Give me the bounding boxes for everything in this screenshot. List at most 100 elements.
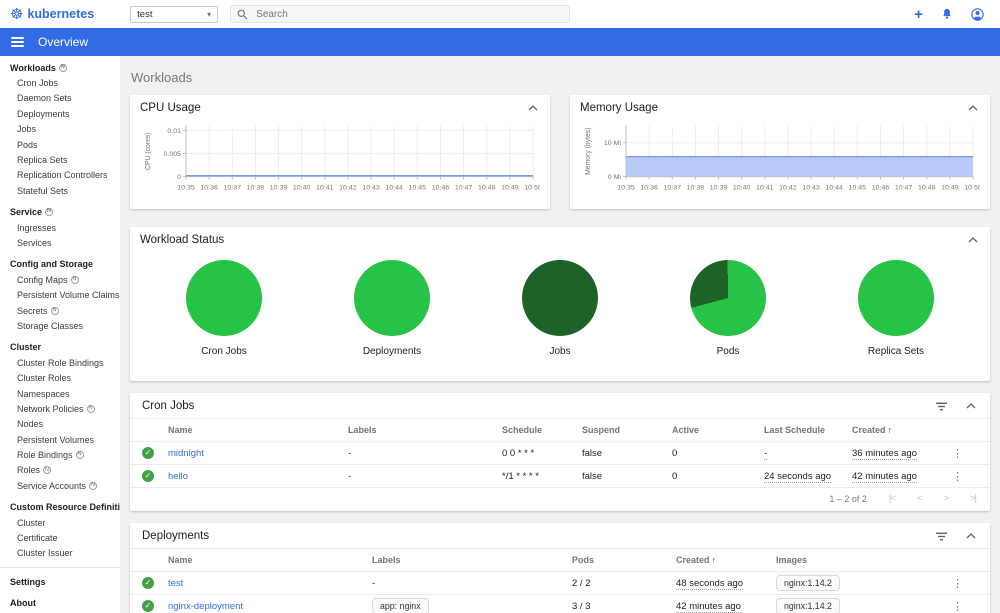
table-header-row: Name Labels Schedule Suspend Active Last Sche… (130, 418, 990, 441)
sidebar-item-label: Nodes (17, 419, 44, 430)
create-resource-button[interactable]: + (914, 7, 923, 22)
cell-name: test (168, 578, 372, 589)
sidebar-item-custom-resource-definitions[interactable]: Custom Resource Definitions (0, 500, 120, 515)
column-header-name[interactable]: Name (168, 425, 348, 435)
sidebar-item-jobs[interactable]: Jobs (0, 122, 120, 137)
sidebar-item-label: Cluster (17, 517, 46, 528)
pie-chart[interactable] (522, 260, 598, 336)
row-actions-menu-button[interactable]: ⋮ (952, 448, 963, 460)
pie-chart[interactable] (858, 260, 934, 336)
cell-created: 48 seconds ago (676, 577, 744, 590)
sidebar-item-roles[interactable]: Roles N (0, 463, 120, 478)
cron-jobs-table: Name Labels Schedule Suspend Active Last Sche… (130, 418, 990, 487)
sidebar-item-about[interactable]: About (0, 596, 120, 611)
column-header-created[interactable]: Created ↑ (852, 425, 952, 435)
sidebar-item-config-and-storage[interactable]: Config and Storage (0, 257, 120, 272)
sidebar-item-config-maps[interactable]: Config Maps N (0, 272, 120, 287)
column-header-labels[interactable]: Labels (372, 555, 572, 565)
search-icon (237, 9, 248, 19)
first-page-icon[interactable]: |< (889, 493, 896, 504)
pie-chart[interactable] (690, 260, 766, 336)
last-page-icon[interactable]: >| (970, 493, 977, 504)
sidebar-item-pods[interactable]: Pods (0, 137, 120, 152)
table-row: ✓ midnight - 0 0 * * * false 0 - 36 minutes ago… (130, 441, 990, 464)
column-header-pods[interactable]: Pods (572, 555, 676, 565)
sidebar-item-nodes[interactable]: Nodes (0, 417, 120, 432)
cell-images: nginx:1.14.2 (776, 575, 952, 591)
resource-name-link[interactable]: midnight (168, 448, 204, 459)
sidebar-item-cluster-role-bindings[interactable]: Cluster Role Bindings (0, 355, 120, 370)
notifications-bell-icon[interactable] (941, 8, 953, 20)
sidebar-item-label: Replica Sets (17, 155, 68, 166)
sidebar-item-certificate[interactable]: Certificate (0, 530, 120, 545)
sidebar-item-cron-jobs[interactable]: Cron Jobs (0, 75, 120, 90)
sidebar-item-network-policies[interactable]: Network Policies N (0, 401, 120, 416)
sidebar-item-workloads[interactable]: Workloads N (0, 60, 120, 75)
column-header-labels[interactable]: Labels (348, 425, 502, 435)
sidebar-item-cluster[interactable]: Cluster (0, 340, 120, 355)
sidebar-item-persistent-volume-claims[interactable]: Persistent Volume ClaimsN (0, 287, 120, 302)
namespaced-badge-icon: N (75, 451, 84, 460)
svg-text:10:41: 10:41 (756, 184, 774, 191)
sidebar-item-replication-controllers[interactable]: Replication Controllers (0, 168, 120, 183)
sidebar-item-label: Cron Jobs (17, 78, 59, 89)
sidebar-item-deployments[interactable]: Deployments (0, 106, 120, 121)
resource-name-link[interactable]: nginx-deployment (168, 601, 243, 612)
sidebar-item-cluster-roles[interactable]: Cluster Roles (0, 370, 120, 385)
sidebar-item-stateful-sets[interactable]: Stateful Sets (0, 183, 120, 198)
column-header-images[interactable]: Images (776, 555, 952, 565)
sidebar-item-secrets[interactable]: Secrets N (0, 303, 120, 318)
resource-name-link[interactable]: test (168, 578, 183, 589)
column-header-last-schedule[interactable]: Last Schedule (764, 425, 852, 435)
sidebar-item-cluster-issuer[interactable]: Cluster Issuer (0, 546, 120, 561)
filter-icon[interactable] (935, 532, 948, 541)
sidebar-item-daemon-sets[interactable]: Daemon Sets (0, 91, 120, 106)
cell-labels: - (348, 470, 352, 482)
column-header-created[interactable]: Created ↑ (676, 555, 776, 565)
cell-name: midnight (168, 448, 348, 459)
sidebar-item-persistent-volumes[interactable]: Persistent Volumes (0, 432, 120, 447)
resource-name-link[interactable]: hello (168, 471, 188, 482)
sidebar-item-settings[interactable]: Settings (0, 574, 120, 589)
namespace-selector[interactable]: test ▾ (130, 5, 219, 23)
cell-labels: app: nginx (372, 598, 572, 613)
pie-chart[interactable] (354, 260, 430, 336)
sidebar-item-cluster[interactable]: Cluster (0, 515, 120, 530)
collapse-chevron-icon[interactable] (966, 235, 980, 245)
next-page-icon[interactable]: > (943, 493, 948, 504)
sidebar-item-namespaces[interactable]: Namespaces (0, 386, 120, 401)
cell-status: ✓ (142, 577, 168, 589)
row-actions-menu-button[interactable]: ⋮ (952, 601, 963, 613)
sort-ascending-icon: ↑ (887, 425, 893, 435)
svg-text:10:41: 10:41 (316, 184, 334, 191)
chevron-down-icon: ▾ (207, 9, 212, 19)
search-bar[interactable] (230, 5, 571, 23)
user-account-icon[interactable] (971, 7, 984, 21)
sidebar-item-ingresses[interactable]: Ingresses (0, 220, 120, 235)
collapse-chevron-icon[interactable] (526, 103, 540, 113)
collapse-chevron-icon[interactable] (964, 401, 978, 411)
collapse-chevron-icon[interactable] (964, 531, 978, 541)
pie-chart[interactable] (186, 260, 262, 336)
previous-page-icon[interactable]: < (917, 493, 922, 504)
search-input[interactable] (254, 7, 564, 21)
column-header-active[interactable]: Active (672, 425, 764, 435)
svg-text:10:42: 10:42 (779, 184, 797, 191)
filter-icon[interactable] (935, 402, 948, 411)
sidebar-item-service-accounts[interactable]: Service Accounts N (0, 478, 120, 493)
sidebar-item-role-bindings[interactable]: Role Bindings N (0, 447, 120, 462)
collapse-chevron-icon[interactable] (966, 103, 980, 113)
sidebar-item-replica-sets[interactable]: Replica Sets (0, 152, 120, 167)
column-header-suspend[interactable]: Suspend (582, 425, 672, 435)
row-actions-menu-button[interactable]: ⋮ (952, 578, 963, 590)
row-actions-menu-button[interactable]: ⋮ (952, 471, 963, 483)
sidebar-item-storage-classes[interactable]: Storage Classes (0, 318, 120, 333)
sidebar-item-label: Namespaces (17, 388, 70, 399)
sidebar-item-services[interactable]: Services (0, 235, 120, 250)
status-success-icon: ✓ (142, 470, 154, 482)
cell-name: hello (168, 471, 348, 482)
sidebar-item-service[interactable]: Service N (0, 205, 120, 220)
menu-hamburger-icon[interactable] (11, 36, 24, 48)
column-header-name[interactable]: Name (168, 555, 372, 565)
column-header-schedule[interactable]: Schedule (502, 425, 582, 435)
